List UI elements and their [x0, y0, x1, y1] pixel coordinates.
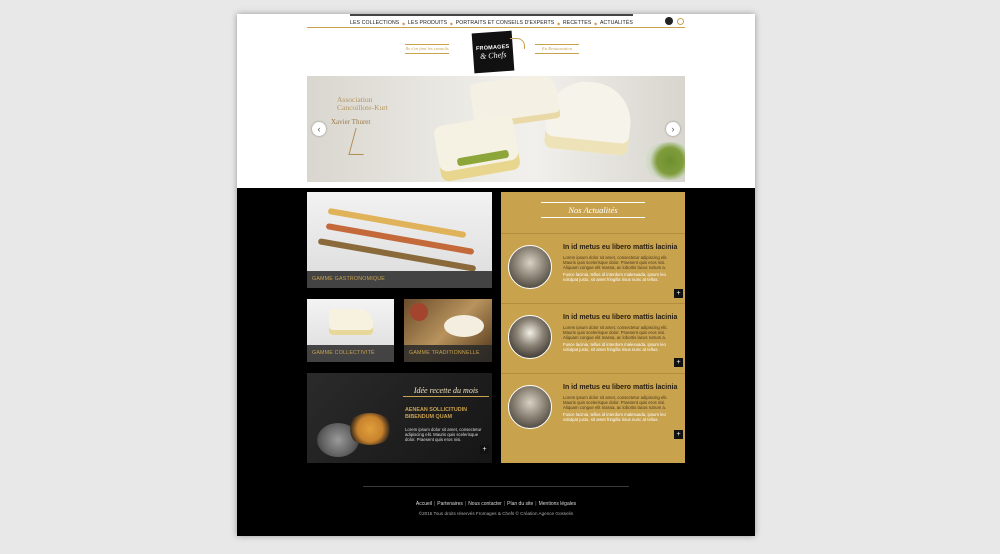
- apple-image: [410, 303, 428, 321]
- nav-item-produits[interactable]: LES PRODUITS: [408, 20, 447, 26]
- recipe-body: Lorem ipsum dolor sit amet, consectetur …: [405, 427, 482, 442]
- news-item[interactable]: In id metus eu libero mattis lacinia Lor…: [501, 373, 685, 442]
- search-icon[interactable]: [677, 18, 684, 25]
- nav-separator: ◆: [402, 20, 406, 26]
- logo-text-chefs: & Chefs: [479, 49, 507, 61]
- recipe-of-the-month[interactable]: Idée recette du mois AENEAN SOLLICITUDIN…: [307, 373, 492, 463]
- tile-gamme-gastronomique[interactable]: GAMME GASTRONOMIQUE: [307, 192, 492, 288]
- news-body-secondary: Fusce lacinia, tellus id interdum malesu…: [563, 272, 666, 282]
- footer-link-plan-du-site[interactable]: Plan du site: [507, 501, 533, 507]
- hero-caption-line2: Cancoillote-Kurt: [337, 103, 388, 112]
- nav-separator: ◆: [594, 20, 598, 26]
- news-heading[interactable]: In id metus eu libero mattis lacinia: [563, 244, 681, 251]
- news-more-button[interactable]: +: [674, 289, 683, 298]
- nav-item-actualites[interactable]: ACTUALITÉS: [600, 20, 633, 26]
- signature-graphic: [348, 128, 371, 155]
- footer-link-mentions-legales[interactable]: Mentions légales: [539, 501, 577, 507]
- news-panel: Nos Actualités In id metus eu libero mat…: [501, 192, 685, 463]
- slider-prev-button[interactable]: ‹: [312, 122, 326, 136]
- sublink-conseils[interactable]: Ils s'en font les conseils: [405, 44, 449, 54]
- tile-label-traditionnelle: GAMME TRADITIONNELLE: [404, 345, 492, 362]
- footer-link-contact[interactable]: Nous contacter: [468, 501, 502, 507]
- dessert-image: [347, 413, 393, 445]
- footer-divider: [363, 486, 629, 487]
- nav-separator: ◆: [557, 20, 561, 26]
- footer-separator: |: [503, 501, 506, 507]
- tile-label-gastronomique: GAMME GASTRONOMIQUE: [307, 271, 492, 288]
- sublink-restauration[interactable]: En Restauration: [535, 44, 579, 54]
- news-heading[interactable]: In id metus eu libero mattis lacinia: [563, 384, 681, 391]
- recipe-title: Idée recette du mois: [403, 386, 489, 397]
- hero-slider: Association Cancoillote-Kurt Xavier Thur…: [307, 76, 685, 182]
- tile-label-collectivite: GAMME COLLECTIVITÉ: [307, 345, 394, 362]
- footer-separator: |: [535, 501, 537, 507]
- cheese-wedge-image: [432, 113, 522, 182]
- news-more-button[interactable]: +: [674, 430, 683, 439]
- nav-underline: [307, 27, 685, 28]
- footer-link-partenaires[interactable]: Partenaires: [437, 501, 463, 507]
- news-body: Lorem ipsum dolor sit amet, consectetur …: [563, 395, 668, 410]
- cheese-piece-image: [329, 309, 373, 335]
- news-body: Lorem ipsum dolor sit amet, consectetur …: [563, 255, 668, 270]
- nav-item-recettes[interactable]: RECETTES: [563, 20, 591, 26]
- logo-swirl-decoration: [510, 38, 525, 49]
- cheese-wheel-image: [444, 315, 484, 337]
- news-item[interactable]: In id metus eu libero mattis lacinia Lor…: [501, 233, 685, 302]
- footer-separator: |: [464, 501, 467, 507]
- nav-separator: ◆: [449, 20, 453, 26]
- news-item[interactable]: In id metus eu libero mattis lacinia Lor…: [501, 303, 685, 372]
- chef-avatar-image: [508, 385, 552, 429]
- header-area: LES COLLECTIONS ◆ LES PRODUITS ◆ PORTRAI…: [237, 14, 755, 188]
- food-row-image: [317, 238, 477, 272]
- footer-link-accueil[interactable]: Accueil: [416, 501, 432, 507]
- hero-chef-name: Xavier Thuret: [331, 118, 371, 126]
- food-row-image: [325, 223, 475, 255]
- tile-gamme-traditionnelle[interactable]: GAMME TRADITIONNELLE: [404, 299, 492, 362]
- footer-copyright: ©2015 Tous droits réservés Fromages & Ch…: [418, 511, 574, 516]
- nav-top-line: [350, 14, 633, 16]
- food-row-image: [327, 207, 467, 239]
- news-body-secondary: Fusce lacinia, tellus id interdum malesu…: [563, 342, 666, 352]
- site-logo[interactable]: FROMAGES & Chefs: [471, 30, 515, 74]
- cart-icon[interactable]: [665, 17, 673, 25]
- recipe-subtitle[interactable]: AENEAN SOLLICITUDIN BIBENDUM QUAM: [405, 407, 489, 421]
- cheese-plate-avatar-image: [508, 315, 552, 359]
- recipe-more-button[interactable]: +: [480, 445, 489, 454]
- tile-gamme-collectivite[interactable]: GAMME COLLECTIVITÉ: [307, 299, 394, 362]
- chef-avatar-image: [508, 245, 552, 289]
- nav-item-collections[interactable]: LES COLLECTIONS: [350, 20, 399, 26]
- news-body: Lorem ipsum dolor sit amet, consectetur …: [563, 325, 668, 340]
- page: LES COLLECTIONS ◆ LES PRODUITS ◆ PORTRAI…: [237, 14, 755, 536]
- footer-links: Accueil | Partenaires | Nous contacter | Plan …: [237, 501, 755, 507]
- news-body-secondary: Fusce lacinia, tellus id interdum malesu…: [563, 412, 666, 422]
- hero-caption: Association Cancoillote-Kurt: [337, 96, 388, 112]
- slider-next-button[interactable]: ›: [666, 122, 680, 136]
- news-title: Nos Actualités: [541, 202, 645, 218]
- footer-separator: |: [433, 501, 436, 507]
- news-heading[interactable]: In id metus eu libero mattis lacinia: [563, 314, 681, 321]
- pesto-bowl-image: [643, 142, 685, 180]
- nav-item-portraits[interactable]: PORTRAITS ET CONSEILS D'EXPERTS: [456, 20, 555, 26]
- news-more-button[interactable]: +: [674, 358, 683, 367]
